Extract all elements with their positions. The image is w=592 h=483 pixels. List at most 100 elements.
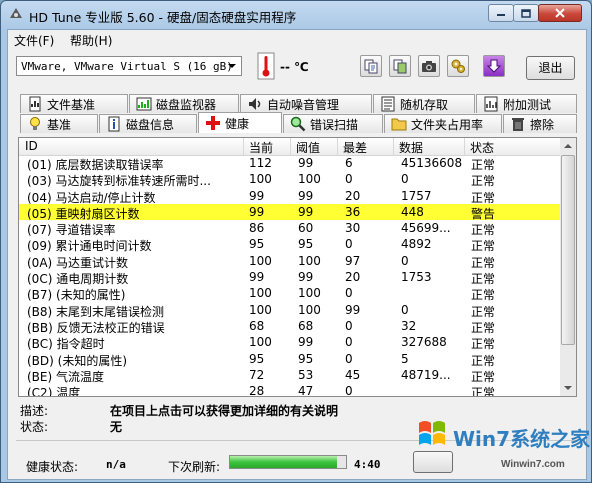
cell-current: 100 [249, 172, 272, 187]
cell-worst: 45 [345, 367, 361, 382]
table-row[interactable]: (05) 重映射扇区计数 99 99 36 448 警告 [19, 203, 576, 221]
cell-worst: 0 [345, 384, 353, 397]
tab-label: 自动噪音管理 [267, 97, 340, 112]
table-row[interactable]: (B7) (未知的属性) 100 100 0 正常 [19, 285, 576, 302]
minimize-icon [497, 14, 505, 16]
cell-current: 95 [249, 351, 265, 366]
cell-attribute: (C2) 温度 [27, 386, 81, 397]
table-row[interactable]: (BB) 反馈无法校正的错误 68 68 0 32 正常 [19, 318, 576, 335]
column-header-id[interactable]: ID [25, 139, 38, 153]
column-header-data[interactable]: 数据 [399, 139, 423, 156]
options-button[interactable] [447, 55, 469, 77]
thermometer-icon [257, 52, 275, 80]
tab-error-scan[interactable]: 错误扫描 [283, 114, 383, 133]
cell-data: 1757 [401, 188, 432, 203]
tab-label: 附加测试 [503, 97, 552, 112]
info-icon [108, 116, 120, 132]
column-separator [337, 138, 338, 155]
table-row[interactable]: (B8) 末尾到末尾错误检测 100 100 99 0 正常 [19, 302, 576, 319]
cell-data: 32 [401, 318, 417, 333]
cell-data: 48719... [401, 367, 451, 382]
menu-help[interactable]: 帮助(H) [70, 32, 112, 49]
maximize-icon [521, 8, 531, 18]
tab-benchmark[interactable]: 基准 [20, 114, 98, 133]
column-header-worst[interactable]: 最差 [343, 139, 367, 156]
magnifier-icon [290, 116, 306, 132]
drive-select-value: VMware, VMware Virtual S (16 gB) [21, 60, 233, 73]
cell-worst: 97 [345, 253, 361, 268]
table-row[interactable]: (BC) 指令超时 100 99 0 327688 正常 [19, 334, 576, 351]
clipboard-icon [393, 59, 407, 74]
exit-button[interactable]: 退出 [526, 56, 575, 80]
windows-flag-icon [419, 421, 445, 445]
table-row[interactable]: (01) 底层数据读取错误率 112 99 6 45136608 正常 [19, 155, 576, 172]
menu-file[interactable]: 文件(F) [14, 32, 54, 49]
screenshot-button[interactable] [418, 55, 440, 77]
description-text: 在项目上点击可以获得更加详细的有关说明 [110, 404, 339, 418]
tab-disk-info[interactable]: 磁盘信息 [99, 114, 197, 133]
minimize-button[interactable] [488, 4, 514, 22]
cell-current: 99 [249, 188, 265, 203]
cell-current: 100 [249, 302, 272, 317]
folder-icon [391, 118, 407, 131]
table-row[interactable]: (0C) 通电周期计数 99 99 20 1753 正常 [19, 269, 576, 286]
table-row[interactable]: (09) 累计通电时间计数 95 95 0 4892 正常 [19, 236, 576, 253]
cell-worst: 0 [345, 335, 353, 350]
table-row[interactable]: (BE) 气流温度 72 53 45 48719... 正常 [19, 367, 576, 384]
cell-threshold: 68 [298, 318, 314, 333]
lightbulb-icon [30, 117, 40, 130]
column-header-status[interactable]: 状态 [470, 139, 494, 156]
tab-label: 文件夹占用率 [411, 117, 484, 132]
cell-data: 0 [401, 302, 409, 317]
tab-aam[interactable]: 自动噪音管理 [240, 94, 372, 113]
maximize-button[interactable] [513, 4, 539, 22]
table-row[interactable]: (03) 马达旋转到标准转速所需时... 100 100 0 0 正常 [19, 171, 576, 188]
app-window: HD Tune 专业版 5.60 - 硬盘/固态硬盘实用程序 文件(F) 帮助(… [0, 0, 592, 483]
tab-disk-monitor[interactable]: 磁盘监视器 [129, 94, 239, 113]
cell-threshold: 47 [298, 384, 314, 397]
tab-label: 文件基准 [47, 97, 96, 112]
cell-worst: 0 [345, 351, 353, 366]
tab-health[interactable]: 健康 [198, 112, 282, 133]
tab-erase[interactable]: 擦除 [503, 114, 577, 133]
save-button[interactable] [483, 55, 505, 77]
column-header-current[interactable]: 当前 [249, 139, 273, 156]
health-status-label: 健康状态: [26, 460, 79, 474]
table-row[interactable]: (04) 马达启动/停止计数 99 99 20 1757 正常 [19, 188, 576, 205]
table-row[interactable]: (0A) 马达重试计数 100 100 97 0 正常 [19, 253, 576, 270]
column-header-threshold[interactable]: 阈值 [296, 139, 320, 156]
table-row[interactable]: (C2) 温度 28 47 0 正常 [19, 383, 576, 397]
scrollbar-thumb[interactable] [561, 155, 575, 345]
cell-data: 45136608 [401, 156, 463, 170]
cell-data: 45699... [401, 221, 451, 236]
cell-threshold: 99 [298, 270, 314, 285]
tab-file-benchmark[interactable]: 文件基准 [20, 94, 128, 113]
drive-select[interactable]: VMware, VMware Virtual S (16 gB) [16, 56, 242, 76]
column-separator [393, 138, 394, 155]
cell-data: 448 [401, 204, 424, 219]
tab-label: 基准 [47, 117, 72, 132]
cell-data: 327688 [401, 335, 447, 350]
cell-threshold: 95 [298, 237, 314, 252]
health-cross-icon [206, 116, 220, 130]
vertical-scrollbar[interactable] [560, 138, 576, 396]
tab-folder-usage[interactable]: 文件夹占用率 [384, 114, 502, 133]
cell-current: 100 [249, 335, 272, 350]
cell-threshold: 53 [298, 367, 314, 382]
copy-text-button[interactable] [360, 55, 382, 77]
tab-label: 随机存取 [400, 97, 449, 112]
health-status-value: n/a [106, 458, 126, 471]
trash-icon [512, 118, 524, 131]
smart-table[interactable]: ID 当前 阈值 最差 数据 状态 (01) 底层数据读取错误率 112 99 6 45… [18, 137, 577, 397]
close-button[interactable] [538, 4, 582, 22]
title-bar[interactable]: HD Tune 专业版 5.60 - 硬盘/固态硬盘实用程序 [1, 1, 591, 29]
table-row[interactable]: (BD) (未知的属性) 95 95 0 5 正常 [19, 351, 576, 368]
tab-label: 磁盘监视器 [156, 97, 217, 112]
copy-screenshot-button[interactable] [389, 55, 411, 77]
cell-worst: 36 [345, 204, 361, 219]
tab-random-access[interactable]: 随机存取 [373, 94, 475, 113]
tab-extra-tests[interactable]: 附加测试 [476, 94, 577, 113]
cell-threshold: 95 [298, 351, 314, 366]
file-benchmark-icon [29, 96, 41, 112]
table-row[interactable]: (07) 寻道错误率 86 60 30 45699... 正常 [19, 220, 576, 237]
